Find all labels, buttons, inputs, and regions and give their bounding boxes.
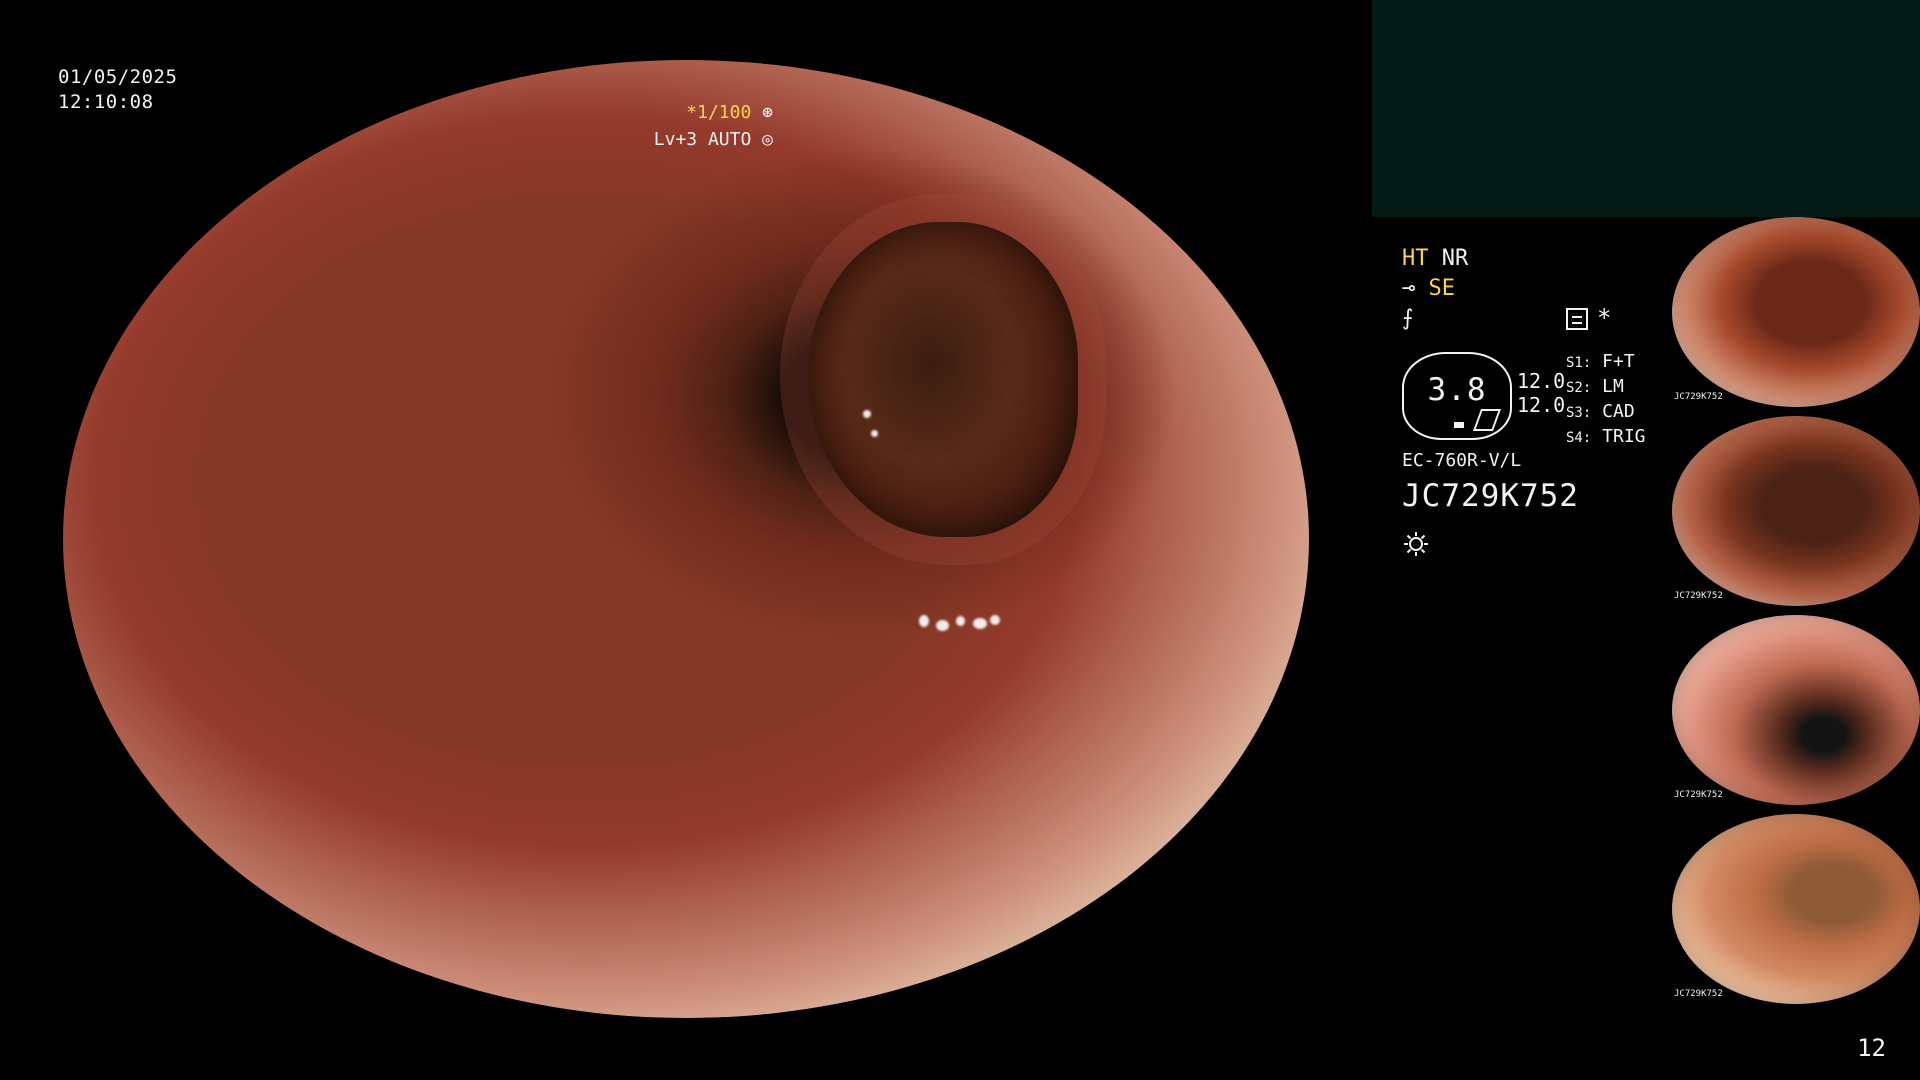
- thumbnail-image: [1672, 615, 1920, 805]
- structure-enhance-icon: ⊸: [1402, 276, 1416, 301]
- page-number: 12: [1857, 1034, 1886, 1062]
- gauge-reading-bottom: 12.0: [1517, 393, 1566, 417]
- capture-date: 01/05/2025: [58, 66, 178, 88]
- thumbnail-scope-id: JC729K752: [1674, 790, 1723, 800]
- setting-value: LM: [1602, 376, 1624, 397]
- thumbnail-image: [1672, 416, 1920, 606]
- setting-s3: S3: CAD: [1566, 400, 1646, 425]
- exposure-status: *1/100 ⊛ Lv+3 AUTO ◎: [654, 99, 773, 153]
- thumbnail-2[interactable]: JC729K752: [1672, 416, 1920, 606]
- endoscopic-image: [63, 60, 1309, 1018]
- auto-row: Lv+3 AUTO ◎: [654, 126, 773, 153]
- thumbnail-4[interactable]: JC729K752: [1672, 814, 1920, 1004]
- gauge-display: 3.8: [1402, 352, 1512, 440]
- ht-mode-label: HT: [1402, 246, 1429, 271]
- colon-mucosa-image: [63, 60, 1309, 1018]
- setting-s4: S4: TRIG: [1566, 425, 1646, 450]
- focus-icon: ⨍: [1402, 306, 1414, 331]
- gauge-bar-icon: [1454, 422, 1464, 428]
- setting-s1: S1: F+T: [1566, 350, 1646, 375]
- preview-box: [1372, 0, 1920, 217]
- gauge-value: 3.8: [1427, 372, 1487, 408]
- mode-line-1: HT NR: [1402, 244, 1468, 274]
- settings-list: S1: F+T S2: LM S3: CAD S4: TRIG: [1566, 350, 1646, 450]
- asterisk-icon: *: [1597, 304, 1612, 332]
- se-mode-label: SE: [1428, 276, 1456, 301]
- gauge-readings: 12.0 12.0: [1517, 369, 1565, 417]
- specular-highlight: [936, 620, 949, 631]
- thumbnail-scope-id: JC729K752: [1674, 989, 1723, 999]
- specular-highlight: [956, 616, 965, 626]
- setting-label: S2:: [1566, 380, 1592, 396]
- setting-label: S3:: [1566, 405, 1592, 421]
- specular-highlight: [863, 410, 871, 418]
- mode-line-3: ⨍: [1402, 304, 1413, 334]
- scope-model: EC-760R-V/L: [1402, 450, 1522, 471]
- thumbnail-1[interactable]: JC729K752: [1672, 217, 1920, 407]
- specular-highlight: [990, 615, 1000, 625]
- thumbnail-image: [1672, 217, 1920, 407]
- exposure-row: *1/100 ⊛: [654, 99, 773, 126]
- scope-id: JC729K752: [1402, 478, 1579, 514]
- setting-label: S1:: [1566, 355, 1592, 371]
- setting-value: F+T: [1602, 351, 1635, 372]
- thumbnail-3[interactable]: JC729K752: [1672, 615, 1920, 805]
- setting-s2: S2: LM: [1566, 375, 1646, 400]
- setting-value: CAD: [1602, 401, 1635, 422]
- level-auto-value: Lv+3 AUTO: [653, 129, 752, 150]
- aperture-icon: ◎: [762, 129, 773, 150]
- sun-icon: [1402, 530, 1430, 558]
- mode-line-2: ⊸ SE: [1402, 274, 1455, 304]
- gauge-reading-top: 12.0: [1517, 369, 1566, 393]
- gauge-wedge-icon: [1472, 409, 1502, 431]
- nr-mode-label: NR: [1441, 246, 1469, 271]
- specular-highlight: [871, 430, 878, 437]
- capture-time: 12:10:08: [58, 91, 154, 113]
- exposure-value: *1/100: [686, 102, 752, 123]
- shutter-icon: ⊛: [762, 102, 773, 123]
- thumbnail-image: [1672, 814, 1920, 1004]
- specular-highlight: [973, 618, 987, 629]
- thumbnail-strip: JC729K752 JC729K752 JC729K752 JC729K752: [1672, 217, 1920, 1017]
- thumbnail-scope-id: JC729K752: [1674, 591, 1723, 601]
- setting-label: S4:: [1566, 430, 1592, 446]
- endoscopy-main-view: 01/05/2025 12:10:08 *1/100 ⊛ Lv+3 AUTO ◎: [0, 0, 1372, 1080]
- menu-icon: [1566, 308, 1588, 330]
- thumbnail-scope-id: JC729K752: [1674, 392, 1723, 402]
- specular-highlight: [919, 615, 929, 627]
- setting-value: TRIG: [1602, 426, 1646, 447]
- lumen-opening: [808, 222, 1078, 537]
